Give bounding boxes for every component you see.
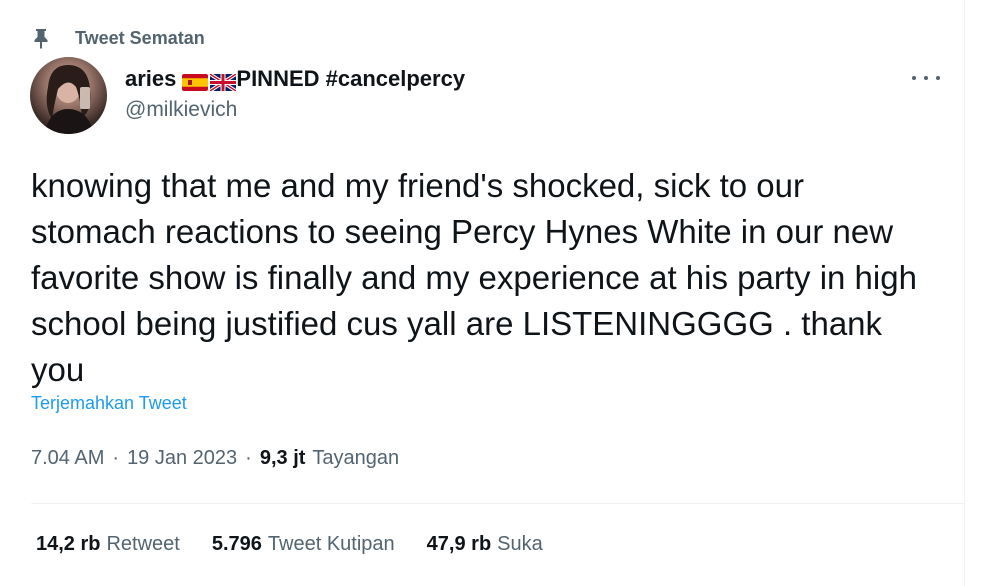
display-name[interactable]: aries	[125, 66, 176, 92]
more-options-icon[interactable]	[912, 68, 940, 88]
pin-icon	[31, 27, 51, 49]
display-name-row[interactable]: aries PINNED #cancelpercy	[125, 66, 465, 92]
quotes-label: Tweet Kutipan	[267, 533, 395, 555]
retweets-label: Retweet	[106, 533, 180, 555]
quotes-count: 5.796	[211, 533, 262, 555]
pinned-label: Tweet Sematan	[75, 27, 205, 48]
tweet-text: knowing that me and my friend's shocked,…	[31, 167, 917, 388]
spain-flag-icon	[182, 71, 209, 91]
author-info[interactable]: aries PINNED #cancelpercy @milkievich	[125, 66, 465, 122]
retweets-stat[interactable]: 14,2 rb Retweet	[36, 533, 180, 556]
uk-flag-icon	[209, 71, 238, 92]
tweet-meta: 7.04 AM · 19 Jan 2023 · 9,3 jt Tayangan	[31, 447, 399, 470]
retweets-count: 14,2 rb	[36, 533, 101, 555]
tweet-date[interactable]: 19 Jan 2023	[127, 447, 237, 470]
likes-count: 47,9 rb	[426, 533, 492, 555]
views-count: 9,3 jt	[259, 447, 306, 469]
translate-tweet-link[interactable]: Terjemahkan Tweet	[31, 393, 187, 414]
views-label: Tayangan	[312, 447, 400, 469]
meta-separator: ·	[245, 447, 252, 469]
column-border	[964, 0, 965, 586]
pinned-indicator: Tweet Sematan	[31, 26, 205, 50]
tweet-time[interactable]: 7.04 AM	[31, 447, 104, 470]
likes-label: Suka	[497, 533, 543, 555]
handle[interactable]: @milkievich	[125, 98, 465, 122]
quote-tweets-stat[interactable]: 5.796 Tweet Kutipan	[212, 533, 395, 556]
tweet-stats: 14,2 rb Retweet 5.796 Tweet Kutipan 47,9…	[36, 533, 575, 556]
display-name-suffix[interactable]: PINNED #cancelpercy	[236, 66, 465, 92]
divider	[31, 503, 965, 504]
meta-separator: ·	[112, 447, 120, 469]
likes-stat[interactable]: 47,9 rb Suka	[427, 533, 543, 556]
avatar[interactable]	[30, 57, 107, 134]
